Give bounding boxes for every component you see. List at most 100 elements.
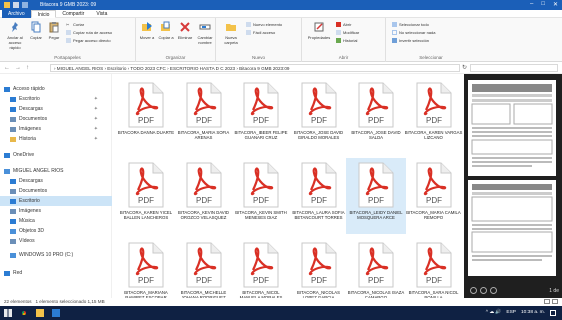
nav-item[interactable]: Red — [0, 268, 112, 278]
tab-file[interactable]: Archivo — [2, 10, 31, 18]
move-to-button[interactable]: Mover a — [138, 21, 156, 40]
nav-item[interactable]: Objetos 3D — [0, 226, 112, 236]
file-item[interactable]: PDF BITACORA_LEIDY DANIEL MOSQUERA ARCE — [346, 158, 406, 234]
nav-item[interactable]: Descargas — [0, 176, 112, 186]
tab-share[interactable]: Compartir — [56, 10, 90, 18]
nav-item[interactable]: Vídeos — [0, 236, 112, 246]
notifications-icon[interactable] — [550, 310, 556, 316]
paste-button[interactable]: Pegar — [46, 21, 62, 40]
easy-access-button[interactable]: Fácil acceso — [246, 30, 275, 35]
pdf-file-icon: PDF — [301, 82, 336, 128]
zoom-in-icon[interactable] — [480, 287, 487, 294]
file-item[interactable]: PDF BITACORA_KEVIN SMITH MENESES DIAZ — [231, 158, 291, 234]
nav-item[interactable]: Documentos — [0, 186, 112, 196]
quick-access-toolbar — [4, 2, 28, 8]
file-item[interactable]: PDF BITACORA_KEVIN DAVID OROZCO VELASQUEZ — [174, 158, 234, 234]
nav-item[interactable]: Acceso rápido — [0, 84, 112, 94]
back-button[interactable]: ← — [4, 65, 10, 71]
maximize-button[interactable]: □ — [541, 1, 545, 8]
invert-selection-icon — [392, 38, 397, 43]
dropdown-icon[interactable] — [22, 2, 28, 8]
tab-home[interactable]: Inicio — [30, 10, 57, 18]
copy-path-button[interactable]: Copiar ruta de acceso — [66, 30, 112, 35]
save-icon[interactable] — [13, 2, 19, 8]
forward-button[interactable]: → — [15, 65, 21, 71]
open-button[interactable]: Abrir — [336, 22, 351, 27]
file-item[interactable]: PDF BITACORA_MARIANA RAMIREZ ESCOBAR — [116, 238, 176, 298]
fit-page-icon[interactable] — [490, 287, 497, 294]
nav-item[interactable]: Escritorio — [0, 196, 112, 206]
select-all-icon — [392, 22, 397, 27]
file-item[interactable]: PDF BITACORA_NICOLAS LOPEZ GARCIA — [289, 238, 349, 298]
clipboard-group-label: Portapapeles — [54, 55, 81, 60]
nav-item[interactable]: Documentos ✦ — [0, 114, 112, 124]
nav-item[interactable]: MIGUEL ANGEL RIOS — [0, 166, 112, 176]
pdf-file-icon: PDF — [243, 82, 279, 128]
file-item[interactable]: PDF BITACORA_MICHELLE JOHANA RODRIGUEZ — [174, 238, 234, 298]
paste-shortcut-button[interactable]: Pegar acceso directo — [66, 38, 111, 43]
details-view-icon[interactable] — [544, 299, 550, 304]
file-item[interactable]: PDF BITACORA_Karen Vargas Lizcano — [404, 78, 464, 154]
chrome-icon[interactable] — [20, 309, 28, 317]
properties-button[interactable]: Propiedades — [306, 21, 332, 40]
file-item[interactable]: PDF BITACORA_JOSE DAVID SALDA — [346, 78, 406, 154]
file-item[interactable]: PDF BITACORA_MARIA CAMILA REMOPO — [404, 158, 464, 234]
pdf-label: PDF — [138, 116, 154, 125]
select-all-button[interactable]: Seleccionar todo — [392, 22, 429, 27]
file-item[interactable]: PDF BITACORA_Ibeer felipe Guanari Cruz — [231, 78, 291, 154]
copy-icon — [31, 21, 41, 33]
folder-icon[interactable] — [4, 2, 10, 8]
copy-button[interactable]: Copiar — [28, 21, 44, 40]
file-item[interactable]: PDF BITACORA_Nicolas Isaza Camargo — [346, 238, 406, 298]
history-button[interactable]: Historial — [336, 38, 357, 43]
pdf-small-icon — [336, 22, 341, 27]
item-count: 22 elementos — [4, 299, 32, 304]
new-folder-button[interactable]: Nueva carpeta — [220, 21, 242, 45]
cut-button[interactable]: ✂ Cortar — [66, 22, 84, 27]
file-item[interactable]: PDF BITACORA_Maria Sofia arenas — [174, 78, 234, 154]
new-group: Nueva carpeta Nuevo elemento Fácil acces… — [216, 18, 302, 62]
zoom-out-icon[interactable] — [470, 287, 477, 294]
file-item[interactable]: PDF BITACORA_SARA NICOL BONILLA — [404, 238, 464, 298]
file-item[interactable]: PDF BITACORA_NICOL MANUELA MORALES — [231, 238, 291, 298]
minimize-button[interactable]: – — [530, 1, 533, 8]
search-input[interactable] — [470, 64, 558, 72]
file-item[interactable]: PDF BITACORA_KAREN YICEL BALLEN LANCHEROS — [116, 158, 176, 234]
store-icon[interactable] — [52, 309, 60, 317]
file-name: BITACORA_KEVIN DAVID OROZCO VELASQUEZ — [178, 210, 229, 220]
nav-item[interactable]: Escritorio ✦ — [0, 94, 112, 104]
windows-start-icon[interactable] — [4, 309, 12, 317]
large-icons-view-icon[interactable] — [552, 299, 558, 304]
tab-view[interactable]: Vista — [90, 10, 113, 18]
nav-item[interactable]: Descargas ✦ — [0, 104, 112, 114]
open-group: Propiedades Abrir Modificar Historial Ab… — [302, 18, 386, 62]
rename-button[interactable]: Cambiar nombre — [195, 21, 215, 45]
language-indicator[interactable]: ESP — [506, 310, 516, 316]
nav-item[interactable]: Imágenes ✦ — [0, 124, 112, 134]
refresh-button[interactable]: ↻ — [462, 64, 467, 71]
nav-item[interactable]: WINDOWS 10 PRO (C:) — [0, 250, 112, 260]
select-none-icon — [392, 30, 397, 35]
address-path[interactable]: › MIGUEL ANGEL RIOS › Escritorio › TODO … — [50, 64, 460, 72]
file-item[interactable]: PDF BITACORA DANNA DUARTE — [116, 78, 176, 154]
new-item-button[interactable]: Nuevo elemento — [246, 22, 282, 27]
file-name: BITACORA_MICHELLE JOHANA RODRIGUEZ — [180, 290, 227, 298]
invert-selection-button[interactable]: Invertir selección — [392, 38, 429, 43]
close-button[interactable]: ✕ — [553, 1, 558, 8]
pin-quick-access-button[interactable]: Anclar al acceso rápido — [4, 21, 26, 50]
up-button[interactable]: ↑ — [26, 65, 29, 71]
nav-item[interactable]: OneDrive — [0, 150, 112, 160]
copy-to-button[interactable]: Copiar a — [157, 21, 175, 40]
clock[interactable]: 10:38 a. m. — [521, 310, 545, 316]
delete-button[interactable]: Eliminar — [176, 21, 194, 40]
file-item[interactable]: PDF BITACORA_JOSE DAVID GIRALDO MORALES — [289, 78, 349, 154]
tray-icons[interactable]: ^ ☁ 🔊 — [486, 310, 502, 316]
nav-item[interactable]: Música — [0, 216, 112, 226]
edit-button[interactable]: Modificar — [336, 30, 359, 35]
file-explorer-icon[interactable] — [36, 309, 44, 317]
nav-item[interactable]: Imágenes — [0, 206, 112, 216]
pc-icon — [4, 168, 10, 174]
file-item[interactable]: PDF BITACORA_LAURA SOFIA BETANCOURT TORRE… — [289, 158, 349, 234]
select-none-button[interactable]: No seleccionar nada — [392, 30, 435, 35]
nav-item[interactable]: Historia ✦ — [0, 134, 112, 144]
